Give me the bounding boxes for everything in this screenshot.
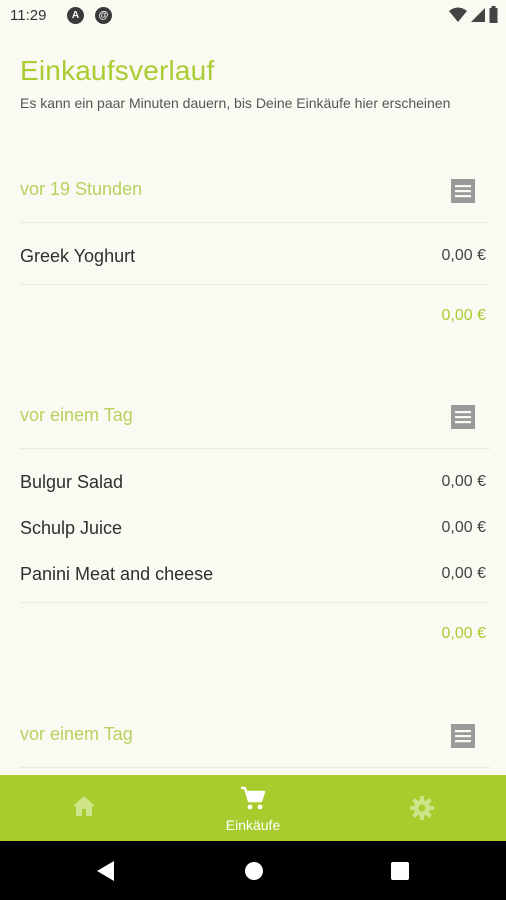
purchase-item: Greek Yoghurt 0,00 € (20, 237, 490, 277)
nav-purchases[interactable]: Einkäufe (169, 775, 337, 841)
purchase-date-label: vor 19 Stunden (20, 179, 143, 199)
item-name: Bulgur Salad (20, 472, 124, 492)
gear-icon (410, 796, 434, 820)
purchase-date-label: vor einem Tag (20, 724, 133, 744)
receipt-icon[interactable] (450, 404, 476, 430)
back-icon[interactable] (92, 857, 120, 885)
status-icons (449, 6, 498, 23)
wifi-icon (449, 7, 467, 22)
item-price: 0,00 € (441, 565, 486, 582)
item-name: Panini Meat and cheese (20, 564, 214, 584)
receipt-icon[interactable] (450, 723, 476, 749)
status-time: 11:29 (10, 7, 47, 24)
item-price: 0,00 € (441, 519, 486, 536)
group-total: 0,00 € (441, 625, 486, 642)
purchase-history-list[interactable]: vor 19 Stunden Greek Yoghurt 0,00 € 0,00… (0, 160, 506, 775)
purchase-group-header[interactable]: vor 19 Stunden (20, 160, 490, 223)
purchase-item: Schulp Juice 0,00 € (20, 509, 490, 549)
item-name: Schulp Juice (20, 518, 123, 538)
page-subtitle: Es kann ein paar Minuten dauern, bis Dei… (20, 95, 451, 111)
purchase-date-label: vor einem Tag (20, 405, 133, 425)
purchase-group-header[interactable]: vor einem Tag (20, 386, 490, 449)
page-title: Einkaufsverlauf (20, 55, 215, 86)
nav-purchases-label: Einkäufe (225, 817, 281, 833)
system-navigation-bar (0, 841, 506, 900)
item-price: 0,00 € (441, 247, 486, 264)
item-name: Greek Yoghurt (20, 246, 136, 266)
purchase-item: Bulgur Salad 0,00 € (20, 463, 490, 503)
recents-icon[interactable] (386, 857, 414, 885)
purchase-item: Panini Meat and cheese 0,00 € (20, 555, 490, 595)
group-total: 0,00 € (441, 307, 486, 324)
home-icon (73, 796, 95, 816)
status-bar: 11:29 A @ (0, 0, 506, 32)
sync-notification-icon: @ (95, 7, 112, 24)
signal-icon (471, 7, 485, 22)
home-button-icon[interactable] (240, 857, 268, 885)
app-notification-icon: A (67, 7, 84, 24)
cart-icon (241, 786, 266, 810)
item-price: 0,00 € (441, 473, 486, 490)
divider (20, 284, 490, 285)
nav-home[interactable] (0, 775, 168, 841)
battery-icon (489, 6, 498, 23)
nav-settings[interactable] (338, 775, 506, 841)
receipt-icon[interactable] (450, 178, 476, 204)
purchase-group-header[interactable]: vor einem Tag (20, 705, 490, 768)
divider (20, 602, 490, 603)
bottom-navigation: Einkäufe (0, 775, 506, 841)
